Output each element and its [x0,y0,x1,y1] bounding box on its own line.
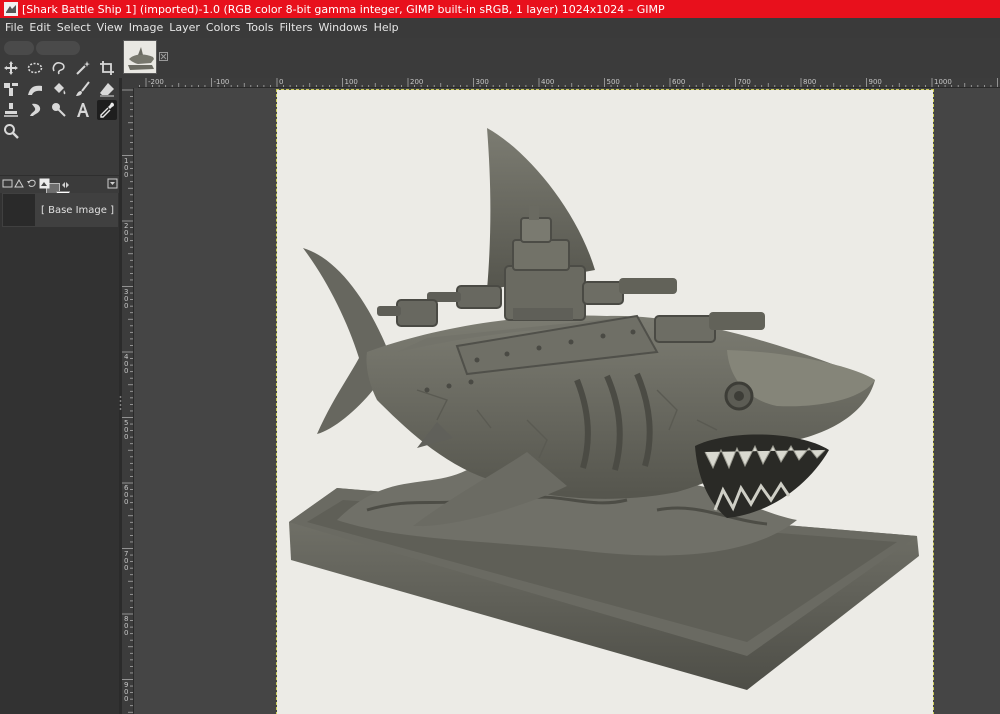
menu-filters[interactable]: Filters [276,18,315,38]
ruler-tick-label: 600 [672,78,686,86]
smudge-icon[interactable] [25,100,45,120]
horizontal-ruler[interactable]: -200 -100 0 100 200 300 400 500 600 700 800 900 1000… [138,78,1000,88]
ellipse-select-icon[interactable] [25,58,45,78]
paintbrush-icon[interactable] [73,79,93,99]
ruler-tick-label: 2 0 0 [124,222,129,244]
ruler-tick-label: 100 [344,78,358,86]
text-tool-icon[interactable] [73,100,93,120]
ruler-tick-label: 900 [868,78,882,86]
images-tab-active-icon[interactable] [39,178,50,189]
menu-layer[interactable]: Layer [166,18,203,38]
ruler-tick-label: 300 [475,78,489,86]
title-bar: [Shark Battle Ship 1] (imported)-1.0 (RG… [0,0,1000,18]
menu-bar: File Edit Select View Image Layer Colors… [0,18,1000,38]
undo-history-tab-icon[interactable] [26,178,37,189]
unified-transform-icon[interactable] [1,79,21,99]
toolbox-dock: [ Base Image ] [0,38,119,714]
ruler-corner[interactable] [122,78,138,88]
menu-help[interactable]: Help [371,18,402,38]
ruler-tick-label: 0 [279,78,284,86]
ruler-tick-label: -200 [148,78,164,86]
menu-colors[interactable]: Colors [203,18,243,38]
ruler-tick-label: 9 0 0 [124,680,129,703]
menu-select[interactable]: Select [54,18,94,38]
ruler-tick-label: 3 0 0 [124,287,129,310]
move-tool-icon[interactable] [1,58,21,78]
gimp-app-icon [4,2,18,16]
clone-icon[interactable] [1,100,21,120]
ruler-tick-label: 1000 [934,78,952,86]
crop-icon[interactable] [97,58,117,78]
shark-battleship-image [289,128,919,690]
ruler-tick-label: 400 [541,78,555,86]
warp-transform-icon[interactable] [25,79,45,99]
ruler-tick-label: 8 0 0 [124,615,129,637]
menu-image[interactable]: Image [126,18,166,38]
toolbox-handle[interactable] [4,41,34,55]
menu-windows[interactable]: Windows [315,18,370,38]
menu-file[interactable]: File [2,18,26,38]
ruler-tick-label: 700 [737,78,751,86]
free-select-icon[interactable] [49,58,69,78]
image-thumbnail [3,194,35,226]
canvas-area[interactable] [134,88,1000,714]
menu-tools[interactable]: Tools [243,18,276,38]
ruler-tick-label: 500 [606,78,620,86]
dock-tab-bar [0,178,119,190]
window-title: [Shark Battle Ship 1] (imported)-1.0 (RG… [22,2,665,16]
image-list-item[interactable]: [ Base Image ] [2,193,118,227]
vertical-ruler[interactable]: 1 0 0 2 0 0 3 0 0 4 0 0 5 0 0 6 0 0 7 0 0 8 0 0… [122,88,134,714]
images-tab-icon[interactable] [2,178,13,189]
ruler-tick-label: 200 [410,78,424,86]
dodge-burn-icon[interactable] [49,100,69,120]
image-tab-thumbnail[interactable] [123,40,157,74]
menu-edit[interactable]: Edit [26,18,53,38]
dock-menu-icon[interactable] [107,178,118,189]
toolbox-header [0,38,119,58]
dock-separator [0,175,119,176]
ruler-tick-label: 6 0 0 [124,484,129,506]
toolbox-handle-2[interactable] [36,41,80,55]
image-list-label: [ Base Image ] [41,204,115,216]
close-tab-icon[interactable] [159,52,168,61]
image-canvas[interactable] [276,89,934,714]
images-panel: [ Base Image ] [0,193,119,714]
menu-view[interactable]: View [94,18,126,38]
ruler-tick-label: -100 [213,78,230,86]
tool-options-tab-icon[interactable] [14,178,25,189]
color-picker-icon[interactable] [97,100,117,120]
eraser-icon[interactable] [97,79,117,99]
image-tab-bar [119,38,1000,78]
ruler-tick-label: 5 0 0 [124,418,129,441]
fuzzy-select-icon[interactable] [73,58,93,78]
ruler-tick-label: 7 0 0 [124,549,129,572]
ruler-tick-label: 800 [803,78,817,86]
zoom-icon[interactable] [1,121,21,141]
ruler-tick-label: 1 0 0 [124,156,129,179]
ruler-tick-label: 4 0 0 [124,353,129,375]
bucket-fill-icon[interactable] [49,79,69,99]
